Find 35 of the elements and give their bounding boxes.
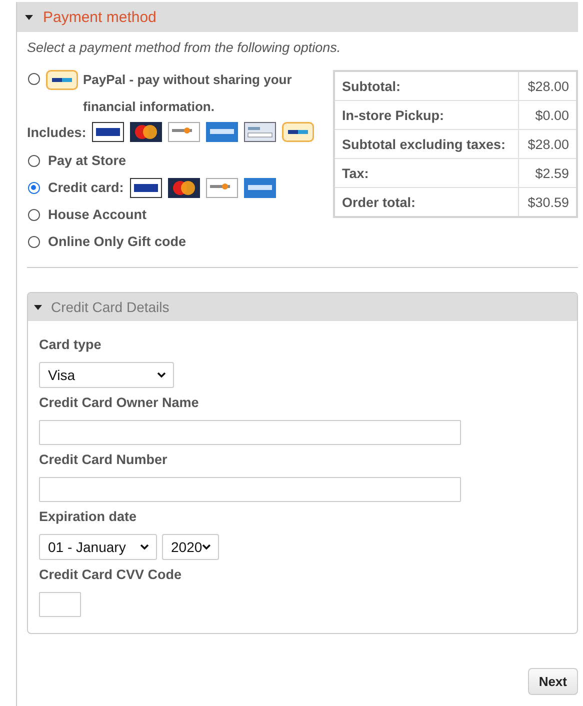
radio-button[interactable] (28, 182, 40, 194)
option-label: Online Only Gift code (48, 234, 186, 249)
summary-label: Subtotal excluding taxes: (334, 130, 518, 158)
chevron-icon (157, 372, 166, 378)
panel-title: Credit Card Details (51, 299, 170, 315)
radio-button[interactable] (28, 208, 40, 220)
option-label: Credit card: (48, 180, 124, 195)
input-field[interactable] (39, 592, 81, 617)
field-label: Credit Card CVV Code (39, 566, 183, 584)
summary-label: In-store Pickup: (334, 100, 518, 130)
input-field[interactable] (39, 477, 461, 502)
includes-label: Includes: (27, 124, 86, 140)
instructions-text: Select a payment method from the following options. (27, 39, 342, 57)
option-label: PayPal - pay without sharing your financial information. (83, 71, 293, 116)
panel-title: Payment method (43, 8, 156, 26)
field-label: Expiration date (39, 508, 138, 526)
chevron-icon (140, 544, 149, 550)
option-label: Pay at Store (48, 153, 126, 168)
dropdown[interactable]: 2020 (162, 534, 219, 560)
next-button[interactable]: Next (528, 668, 578, 695)
mastercard-icon (168, 178, 200, 198)
summary-label: Tax: (334, 158, 518, 188)
field-label: Credit Card Number (39, 451, 168, 469)
radio-button[interactable] (28, 154, 40, 166)
field-label: Credit Card Owner Name (39, 394, 200, 412)
summary-label: Subtotal: (334, 71, 518, 100)
dropdown[interactable]: 01 - January (39, 534, 157, 560)
input-field[interactable] (39, 420, 461, 445)
field-label: Card type (39, 336, 102, 354)
dropdown[interactable]: Visa (39, 362, 174, 388)
mastercard-icon (130, 122, 162, 142)
radio-button[interactable] (28, 73, 40, 85)
option-label: House Account (48, 207, 147, 222)
radio-button[interactable] (28, 236, 40, 248)
chevron-icon (202, 544, 211, 550)
